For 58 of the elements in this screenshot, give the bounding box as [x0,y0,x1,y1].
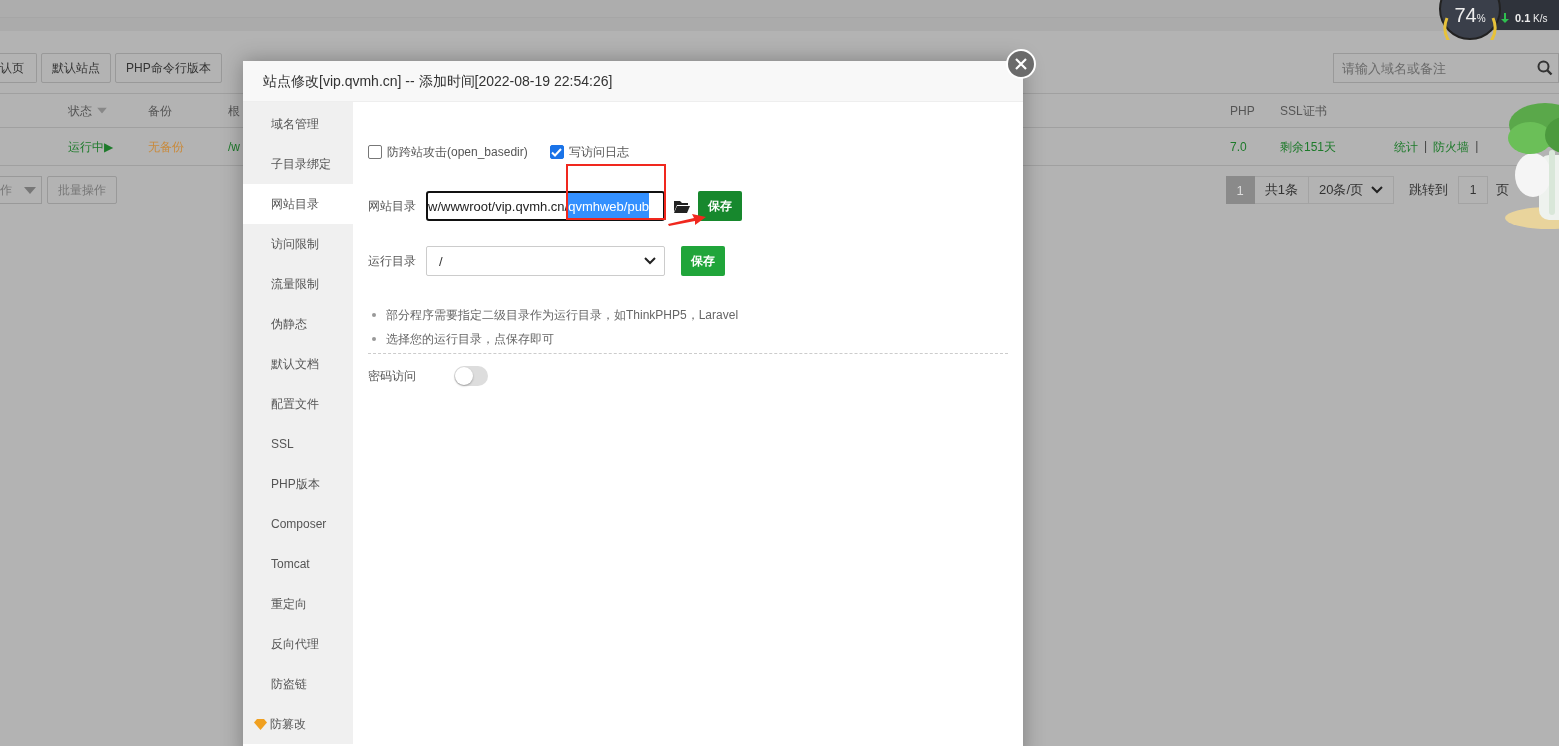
column-header: PHP [1230,103,1255,118]
sidebar-tab[interactable]: PHP版本 [243,464,353,504]
load-gauge[interactable]: 74% [1439,0,1501,40]
folder-icon[interactable] [674,199,690,213]
column-header: 备份 [148,102,172,119]
sidebar-tab[interactable]: 默认文档 [243,344,353,384]
checkbox-label: 写访问日志 [568,143,629,161]
separator: | [1475,139,1479,155]
sidebar-tab[interactable]: Tomcat [243,544,353,584]
save-button[interactable]: 保存 [698,191,742,221]
page-unit: 页 [1496,181,1509,199]
jump-label: 跳转到 [1409,181,1448,199]
search-icon[interactable] [1537,60,1553,76]
sidebar-tab[interactable]: 域名管理 [243,104,353,144]
field-label: 运行目录 [368,252,417,270]
dialog-title: 站点修改[vip.qvmh.cn] -- 添加时间[2022-08-19 22:54:26] [243,61,1023,102]
sidebar-tab[interactable]: SSL [243,424,353,464]
text-selection: qvmhweb/pub [568,193,650,219]
sidebar-tab[interactable]: 防篡改 [243,704,353,744]
run-dir-select[interactable]: / [426,246,665,276]
sidebar-tab[interactable]: 配置文件 [243,384,353,424]
sidebar-tab[interactable]: Composer [243,504,353,544]
sidebar-tab[interactable]: 防盗链 [243,664,353,704]
sidebar-tab[interactable]: 流量限制 [243,264,353,304]
toolbar-button[interactable]: PHP命令行版本 [115,53,222,83]
separator: | [1424,139,1428,155]
checkbox[interactable] [368,145,382,159]
total-count: 共1条 [1254,176,1309,204]
toolbar-button[interactable]: 认页 [0,53,37,83]
close-button[interactable] [1006,49,1036,79]
toggle-label: 密码访问 [368,367,417,385]
dropdown-caret-icon [644,257,656,265]
page-size-select[interactable]: 20条/页 [1309,176,1394,204]
jump-field[interactable]: 1 [1458,176,1488,204]
field-label: 网站目录 [368,197,417,215]
search-field[interactable]: 请输入域名或备注 [1333,53,1559,83]
toggle-switch[interactable] [454,366,488,386]
sidebar-tab[interactable]: 重定向 [243,584,353,624]
dropdown-caret-icon [24,186,36,194]
annotation-arrow [668,212,706,226]
close-icon[interactable] [1014,57,1028,71]
sidebar-tab[interactable]: 访问限制 [243,224,353,264]
help-note: 选择您的运行目录，点保存即可 [386,330,554,348]
dropdown-caret-icon [1371,186,1383,194]
checkbox-label: 防跨站攻击(open_basedir) [387,143,528,161]
sidebar-tab[interactable]: 反向代理 [243,624,353,664]
checkbox[interactable] [549,145,564,159]
column-header: 根 [228,102,240,119]
sidebar-tab[interactable]: 子目录绑定 [243,144,353,184]
download-arrow-icon [1501,13,1509,23]
column-header: 状态 [68,102,92,119]
download-speed: 0.1 K/s [1515,12,1548,24]
diamond-icon [254,718,267,730]
sidebar-tab[interactable]: 伪静态 [243,304,353,344]
column-header: SSL证书 [1280,102,1327,119]
toolbar-button[interactable]: 默认站点 [41,53,111,83]
sidebar-tab[interactable]: 网站目录 [243,184,353,224]
help-note: 部分程序需要指定二级目录作为运行目录，如ThinkPHP5，Laravel [386,306,739,324]
